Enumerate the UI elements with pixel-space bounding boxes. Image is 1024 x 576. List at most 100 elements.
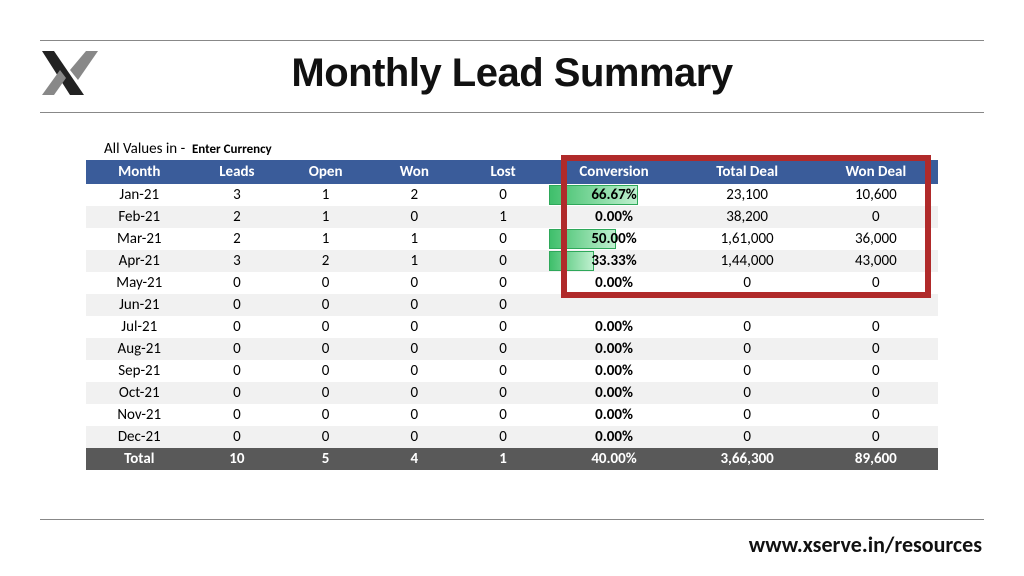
- table-header-row: Month Leads Open Won Lost Conversion Tot…: [86, 160, 938, 184]
- prelabel-text: All Values in -: [104, 140, 185, 158]
- table-cell: 0: [281, 426, 370, 448]
- table-cell: 0: [459, 272, 548, 294]
- conversion-cell: 0.00%: [547, 360, 680, 382]
- total-open: 5: [281, 448, 370, 470]
- table-row: May-2100000.00%00: [86, 272, 938, 294]
- table-cell: 0: [459, 338, 548, 360]
- table-cell: May-21: [86, 272, 193, 294]
- table-cell: Jul-21: [86, 316, 193, 338]
- conversion-cell: 0.00%: [547, 382, 680, 404]
- col-header: Open: [281, 160, 370, 184]
- total-deal-cell: 0: [681, 382, 814, 404]
- table-cell: 1: [281, 228, 370, 250]
- conversion-cell: 0.00%: [547, 338, 680, 360]
- col-header: Lost: [459, 160, 548, 184]
- conversion-value: 0.00%: [551, 318, 676, 336]
- won-deal-cell: 0: [814, 404, 938, 426]
- conversion-value: 0.00%: [551, 208, 676, 226]
- total-won: 4: [370, 448, 459, 470]
- table-cell: 0: [281, 338, 370, 360]
- won-deal-cell: 0: [814, 382, 938, 404]
- top-rule: [40, 40, 984, 41]
- table-row: Jun-210000: [86, 294, 938, 316]
- table-cell: 0: [193, 338, 282, 360]
- table-cell: 0: [370, 382, 459, 404]
- table-row: Aug-2100000.00%00: [86, 338, 938, 360]
- table-cell: 0: [459, 294, 548, 316]
- won-deal-cell: 0: [814, 272, 938, 294]
- total-label: Total: [86, 448, 193, 470]
- table-cell: 0: [193, 294, 282, 316]
- total-deal-cell: 1,44,000: [681, 250, 814, 272]
- won-deal-cell: 0: [814, 316, 938, 338]
- table-cell: 0: [370, 360, 459, 382]
- table-row: Sep-2100000.00%00: [86, 360, 938, 382]
- table-row: Oct-2100000.00%00: [86, 382, 938, 404]
- col-header: Month: [86, 160, 193, 184]
- table-cell: 1: [459, 206, 548, 228]
- col-header: Conversion: [547, 160, 680, 184]
- table-cell: 0: [370, 294, 459, 316]
- conversion-value: 0.00%: [551, 428, 676, 446]
- conversion-cell: 33.33%: [547, 250, 680, 272]
- table-row: Apr-21321033.33%1,44,00043,000: [86, 250, 938, 272]
- table-cell: Mar-21: [86, 228, 193, 250]
- logo-icon: [40, 48, 100, 98]
- table-cell: 1: [370, 228, 459, 250]
- table-cell: 1: [281, 206, 370, 228]
- total-lost: 1: [459, 448, 548, 470]
- table-total-row: Total 10 5 4 1 40.00% 3,66,300 89,600: [86, 448, 938, 470]
- table-cell: 0: [193, 382, 282, 404]
- total-deal: 3,66,300: [681, 448, 814, 470]
- total-leads: 10: [193, 448, 282, 470]
- table-cell: Apr-21: [86, 250, 193, 272]
- bottom-rule: [40, 519, 984, 520]
- table-cell: 0: [370, 404, 459, 426]
- total-conv: 40.00%: [547, 448, 680, 470]
- col-header: Won: [370, 160, 459, 184]
- won-deal-cell: 0: [814, 426, 938, 448]
- conversion-cell: 0.00%: [547, 426, 680, 448]
- table-cell: 0: [459, 184, 548, 206]
- table-row: Jan-21312066.67%23,10010,600: [86, 184, 938, 206]
- table-cell: 0: [459, 360, 548, 382]
- table-cell: 2: [370, 184, 459, 206]
- table-cell: 0: [281, 360, 370, 382]
- table-cell: 0: [370, 426, 459, 448]
- table-cell: 0: [193, 426, 282, 448]
- table-cell: 0: [370, 316, 459, 338]
- col-header: Won Deal: [814, 160, 938, 184]
- total-deal-cell: [681, 294, 814, 316]
- conversion-cell: [547, 294, 680, 316]
- table-cell: 1: [281, 184, 370, 206]
- table-cell: 0: [370, 206, 459, 228]
- table-cell: Jan-21: [86, 184, 193, 206]
- conversion-value: 0.00%: [551, 406, 676, 424]
- won-deal-cell: 43,000: [814, 250, 938, 272]
- conversion-cell: 66.67%: [547, 184, 680, 206]
- table-cell: 3: [193, 184, 282, 206]
- table-cell: 0: [459, 228, 548, 250]
- table-row: Dec-2100000.00%00: [86, 426, 938, 448]
- table-container: All Values in - Enter Currency Month Lea…: [86, 140, 938, 470]
- total-deal-cell: 0: [681, 272, 814, 294]
- header: Monthly Lead Summary: [40, 48, 984, 98]
- total-won-deal: 89,600: [814, 448, 938, 470]
- conversion-cell: 50.00%: [547, 228, 680, 250]
- lead-summary-table: Month Leads Open Won Lost Conversion Tot…: [86, 160, 938, 470]
- table-cell: Feb-21: [86, 206, 193, 228]
- table-cell: 0: [281, 294, 370, 316]
- table-cell: 0: [459, 382, 548, 404]
- header-under-rule: [40, 112, 984, 113]
- conversion-value: 50.00%: [551, 230, 676, 248]
- table-cell: Jun-21: [86, 294, 193, 316]
- conversion-value: 0.00%: [551, 340, 676, 358]
- conversion-value: 0.00%: [551, 362, 676, 380]
- footer-url: www.xserve.in/resources: [749, 531, 982, 558]
- won-deal-cell: 0: [814, 206, 938, 228]
- table-cell: 1: [370, 250, 459, 272]
- table-cell: 0: [193, 360, 282, 382]
- won-deal-cell: 0: [814, 338, 938, 360]
- won-deal-cell: 36,000: [814, 228, 938, 250]
- table-cell: 0: [193, 272, 282, 294]
